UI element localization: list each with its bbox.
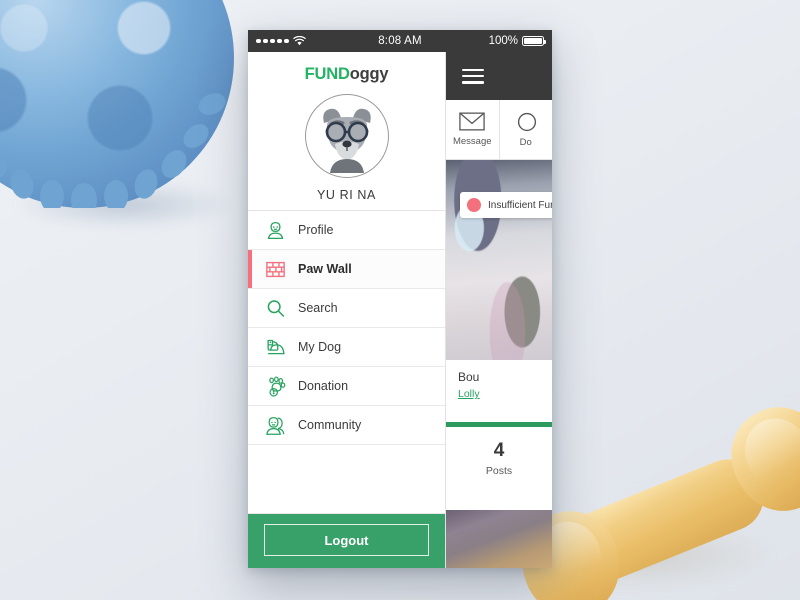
feed-photo-bottom xyxy=(446,510,552,568)
sidebar-item-profile[interactable]: Profile xyxy=(248,211,445,250)
dog-avatar-icon xyxy=(322,108,371,173)
tab-bar: Message Do xyxy=(446,100,552,160)
posts-count: 4 xyxy=(493,439,505,461)
sidebar-item-label: Community xyxy=(298,418,362,432)
sidebar-item-label: Profile xyxy=(298,223,334,237)
battery-icon xyxy=(522,36,546,46)
paw-coin-icon xyxy=(264,375,287,398)
logo-oggy-text: oggy xyxy=(349,65,389,83)
status-bar-right: 100% xyxy=(488,35,546,47)
sidebar-item-label: My Dog xyxy=(298,340,342,354)
posts-label: Posts xyxy=(485,464,513,477)
avatar[interactable] xyxy=(304,94,389,178)
status-badge-label: Insufficient Funds xyxy=(488,199,552,211)
sidebar-item-paw-wall[interactable]: Paw Wall xyxy=(248,250,445,289)
phone-frame: 8:08 AM 100% FUNDoggy YU RI NA Profile P… xyxy=(248,30,552,568)
sidebar-spacer xyxy=(248,445,445,514)
sidebar-item-community[interactable]: Community xyxy=(248,406,445,445)
two-people-icon xyxy=(264,414,287,437)
main-content-peek: Message Do Insufficient Funds Bou xyxy=(446,52,552,568)
donate-circle-icon xyxy=(517,112,536,131)
battery-percent-label: 100% xyxy=(488,35,518,47)
sidebar-item-label: Donation xyxy=(298,379,349,393)
card-link[interactable]: Lolly xyxy=(458,388,552,400)
logo-fund-text: FUND xyxy=(304,65,350,83)
dog-head-icon xyxy=(264,336,287,359)
search-magnifier-icon xyxy=(264,297,287,320)
status-badge: Insufficient Funds xyxy=(460,192,552,218)
red-status-dot xyxy=(467,198,481,212)
profile-summary: YU RI NA xyxy=(248,90,445,210)
app-header xyxy=(446,52,552,100)
profile-person-icon xyxy=(264,219,287,242)
sidebar-menu: Profile Paw Wall Search My Dog Donation … xyxy=(248,210,445,445)
tab-label: Do xyxy=(519,136,532,148)
sidebar-item-label: Search xyxy=(298,301,338,315)
card-title: Bou xyxy=(458,370,480,384)
logout-bar: Logout xyxy=(248,514,445,568)
tab-label: Message xyxy=(452,136,492,147)
feed-photo-dog-walk xyxy=(446,160,552,360)
navigation-drawer: FUNDoggy YU RI NA Profile Paw Wall Searc… xyxy=(248,52,446,568)
tab-donate[interactable]: Do xyxy=(500,100,553,159)
status-bar: 8:08 AM 100% xyxy=(248,30,552,52)
tab-message[interactable]: Message xyxy=(446,100,500,159)
sidebar-item-donation[interactable]: Donation xyxy=(248,367,445,406)
envelope-icon xyxy=(459,112,485,131)
scene: 8:08 AM 100% FUNDoggy YU RI NA Profile P… xyxy=(0,0,800,600)
phone-body: FUNDoggy YU RI NA Profile Paw Wall Searc… xyxy=(248,52,552,568)
username-label: YU RI NA xyxy=(317,188,376,202)
brick-wall-icon xyxy=(264,258,287,281)
app-logo: FUNDoggy xyxy=(248,52,445,90)
toy-ball-spikes-icon xyxy=(0,93,226,208)
feed-card-caption: Bou Lolly xyxy=(446,360,552,422)
hamburger-menu-icon[interactable] xyxy=(462,68,484,84)
sidebar-item-search[interactable]: Search xyxy=(248,289,445,328)
sidebar-item-label: Paw Wall xyxy=(298,262,352,276)
logout-button[interactable]: Logout xyxy=(264,524,429,556)
sidebar-item-my-dog[interactable]: My Dog xyxy=(248,328,445,367)
posts-stat: 4 Posts xyxy=(446,427,552,489)
